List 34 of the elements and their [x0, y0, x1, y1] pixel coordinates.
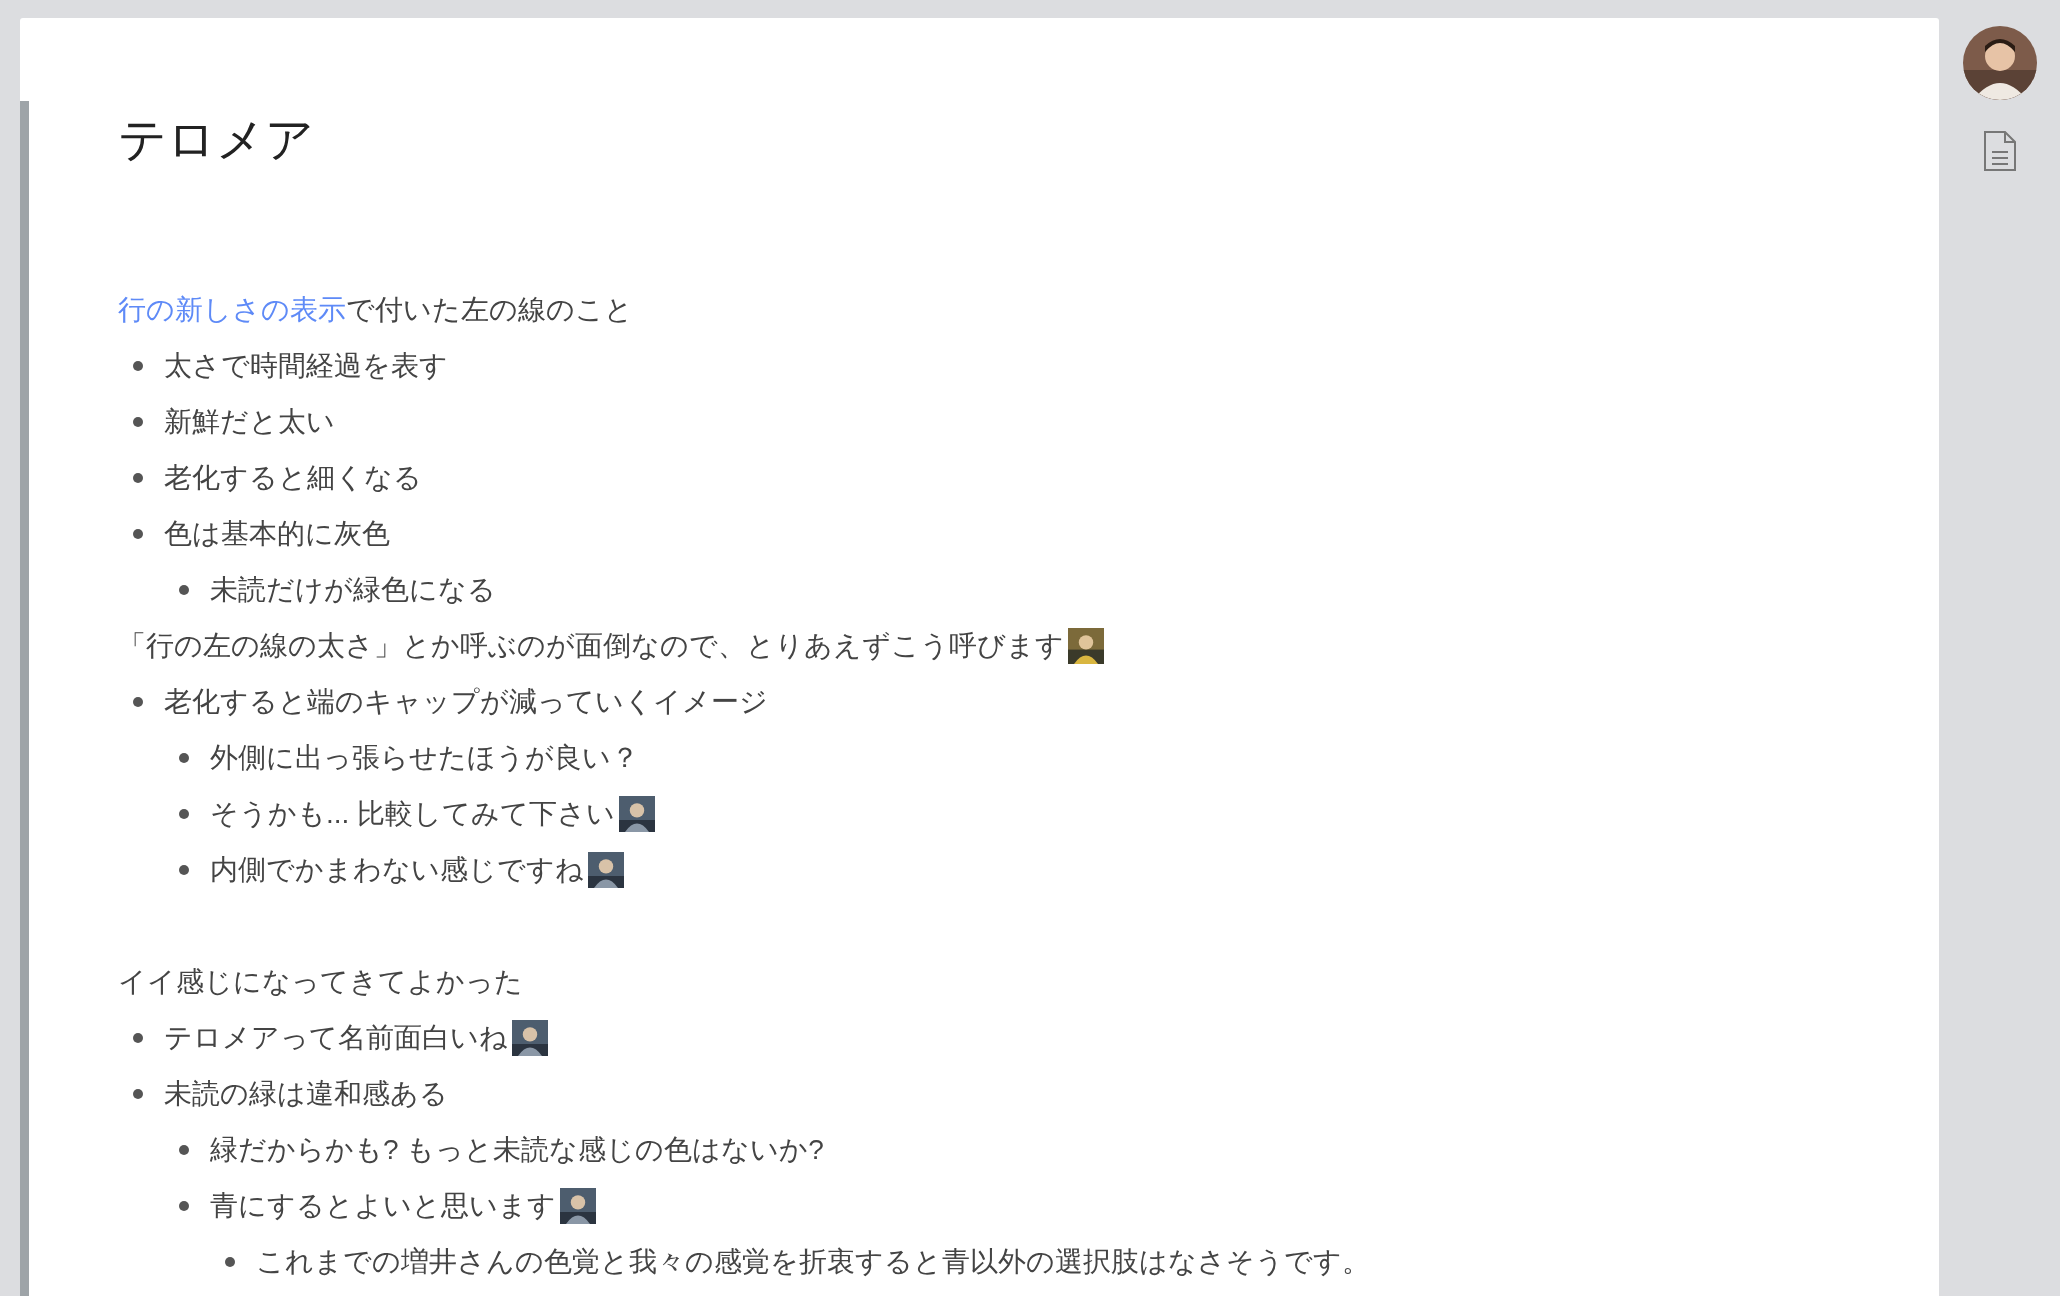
bullet-text: 未読だけが緑色になる [210, 573, 496, 607]
bullet-dot [133, 697, 143, 707]
bullet-text: 内側でかまわない感じですね [210, 853, 584, 887]
bullet-text: そうかも... 比較してみて下さい [210, 797, 616, 831]
paragraph-text: で付いた左の線のこと [346, 293, 633, 327]
bullet-text: 色は基本的に灰色 [164, 517, 390, 551]
bullet-text: 青にするとよいと思います [210, 1189, 556, 1223]
bullet-text: 太さで時間経過を表す [164, 349, 448, 383]
document-icon[interactable] [1982, 130, 2017, 172]
bullet-text: 老化すると細くなる [164, 461, 422, 495]
bullet-text: 外側に出っ張らせたほうが良い？ [210, 741, 639, 775]
bullet-text: 新鮮だと太い [164, 405, 335, 439]
bullet-dot [179, 1145, 189, 1155]
bullet-text: これまでの増井さんの色覚と我々の感覚を折衷すると青以外の選択肢はなさそうです。 [256, 1245, 1370, 1279]
bullet-dot [179, 585, 189, 595]
bullet-text: 未読の緑は違和感ある [164, 1077, 448, 1111]
paragraph-text: イイ感じになってきてよかった [118, 965, 523, 999]
bullet-dot [133, 473, 143, 483]
bullet-dot [133, 1089, 143, 1099]
bullet-text: 老化すると端のキャップが減っていくイメージ [164, 685, 768, 719]
bullet-text: テロメアって名前面白いね [164, 1021, 508, 1055]
bullet-dot [133, 361, 143, 371]
bullet-dot [179, 865, 189, 875]
bullet-dot [179, 753, 189, 763]
bullet-dot [225, 1257, 235, 1267]
bullet-dot [179, 1201, 189, 1211]
paragraph-text: 「行の左の線の太さ」とか呼ぶのが面倒なので、とりあえずこう呼びます [118, 629, 1064, 663]
bullet-dot [179, 809, 189, 819]
bullet-text: 緑だからかも? もっと未読な感じの色はないか? [210, 1133, 824, 1167]
bullet-dot [133, 417, 143, 427]
page-title: テロメア [118, 112, 315, 168]
bullet-dot [133, 529, 143, 539]
page-link[interactable]: 行の新しさの表示 [118, 291, 346, 329]
bullet-dot [133, 1033, 143, 1043]
